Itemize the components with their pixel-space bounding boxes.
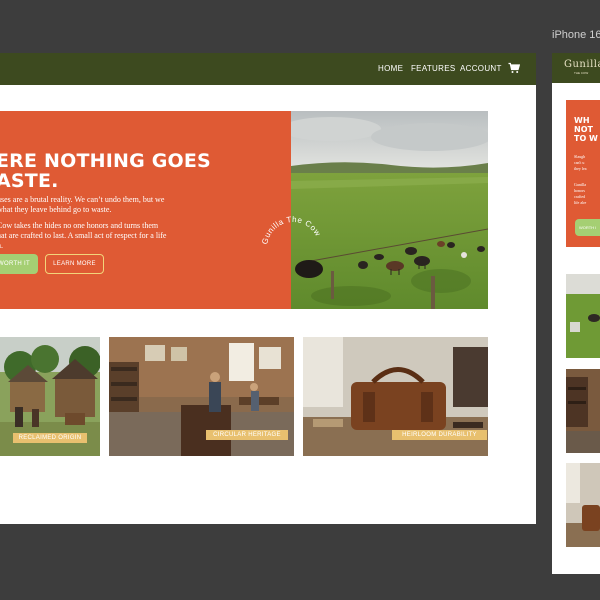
desktop-frame: HOME FEATURES ACCOUNT ERE NOTHING GOES A…: [0, 53, 536, 524]
phone-workshop-photo: [566, 369, 600, 453]
phone-leather-photo: [566, 463, 600, 547]
phone-logo-sub: THE COW: [574, 71, 589, 75]
phone-hero-title: WH NOT TO W: [574, 116, 598, 143]
phone-pasture-photo: [566, 274, 600, 358]
card-label-circular-heritage: CIRCULAR HERITAGE: [206, 430, 288, 440]
top-nav: HOME FEATURES ACCOUNT: [0, 53, 536, 85]
card-label-heirloom-durability: HEIRLOOM DURABILITY: [392, 430, 487, 440]
hero-title: ERE NOTHING GOES ASTE.: [0, 150, 211, 192]
phone-worth-it-button[interactable]: WORTH I: [575, 219, 600, 236]
worth-it-button[interactable]: WORTH IT: [0, 254, 38, 274]
phone-logo[interactable]: Gunilla: [564, 59, 600, 70]
hero-panel: ERE NOTHING GOES ASTE. uses are a brutal…: [0, 111, 291, 309]
learn-more-button[interactable]: LEARN MORE: [45, 254, 104, 274]
badge-text: Gunilla The Cow: [260, 215, 322, 245]
phone-frame: Gunilla THE COW WH NOT TO W Slaugh can't…: [552, 53, 600, 574]
card-heirloom-durability[interactable]: HEIRLOOM DURABILITY: [303, 337, 488, 456]
hero-body-2: Cow takes the hides no one honors and tu…: [0, 221, 167, 250]
svg-text:Gunilla The Cow: Gunilla The Cow: [260, 215, 322, 245]
phone-hero-panel: WH NOT TO W Slaugh can't u they lea Guni…: [566, 100, 600, 247]
phone-hero-body-1: Slaugh can't u they lea: [574, 154, 587, 171]
nav-features-link[interactable]: FEATURES: [411, 64, 455, 73]
card-reclaimed-origin[interactable]: RECLAIMED ORIGIN: [0, 337, 100, 456]
brand-badge: Gunilla The Cow: [260, 215, 322, 245]
cart-icon[interactable]: [508, 62, 520, 74]
phone-nav: Gunilla THE COW: [552, 53, 600, 83]
card-label-reclaimed-origin: RECLAIMED ORIGIN: [13, 433, 87, 443]
nav-home-link[interactable]: HOME: [378, 64, 403, 73]
card-circular-heritage[interactable]: CIRCULAR HERITAGE: [109, 337, 294, 456]
phone-hero-body-2: Gunilla honors crafted life alre: [574, 182, 587, 205]
phone-frame-title: iPhone 16: [552, 29, 600, 41]
nav-account-link[interactable]: ACCOUNT: [460, 64, 502, 73]
hero-body-1: uses are a brutal reality. We can’t undo…: [0, 195, 165, 214]
